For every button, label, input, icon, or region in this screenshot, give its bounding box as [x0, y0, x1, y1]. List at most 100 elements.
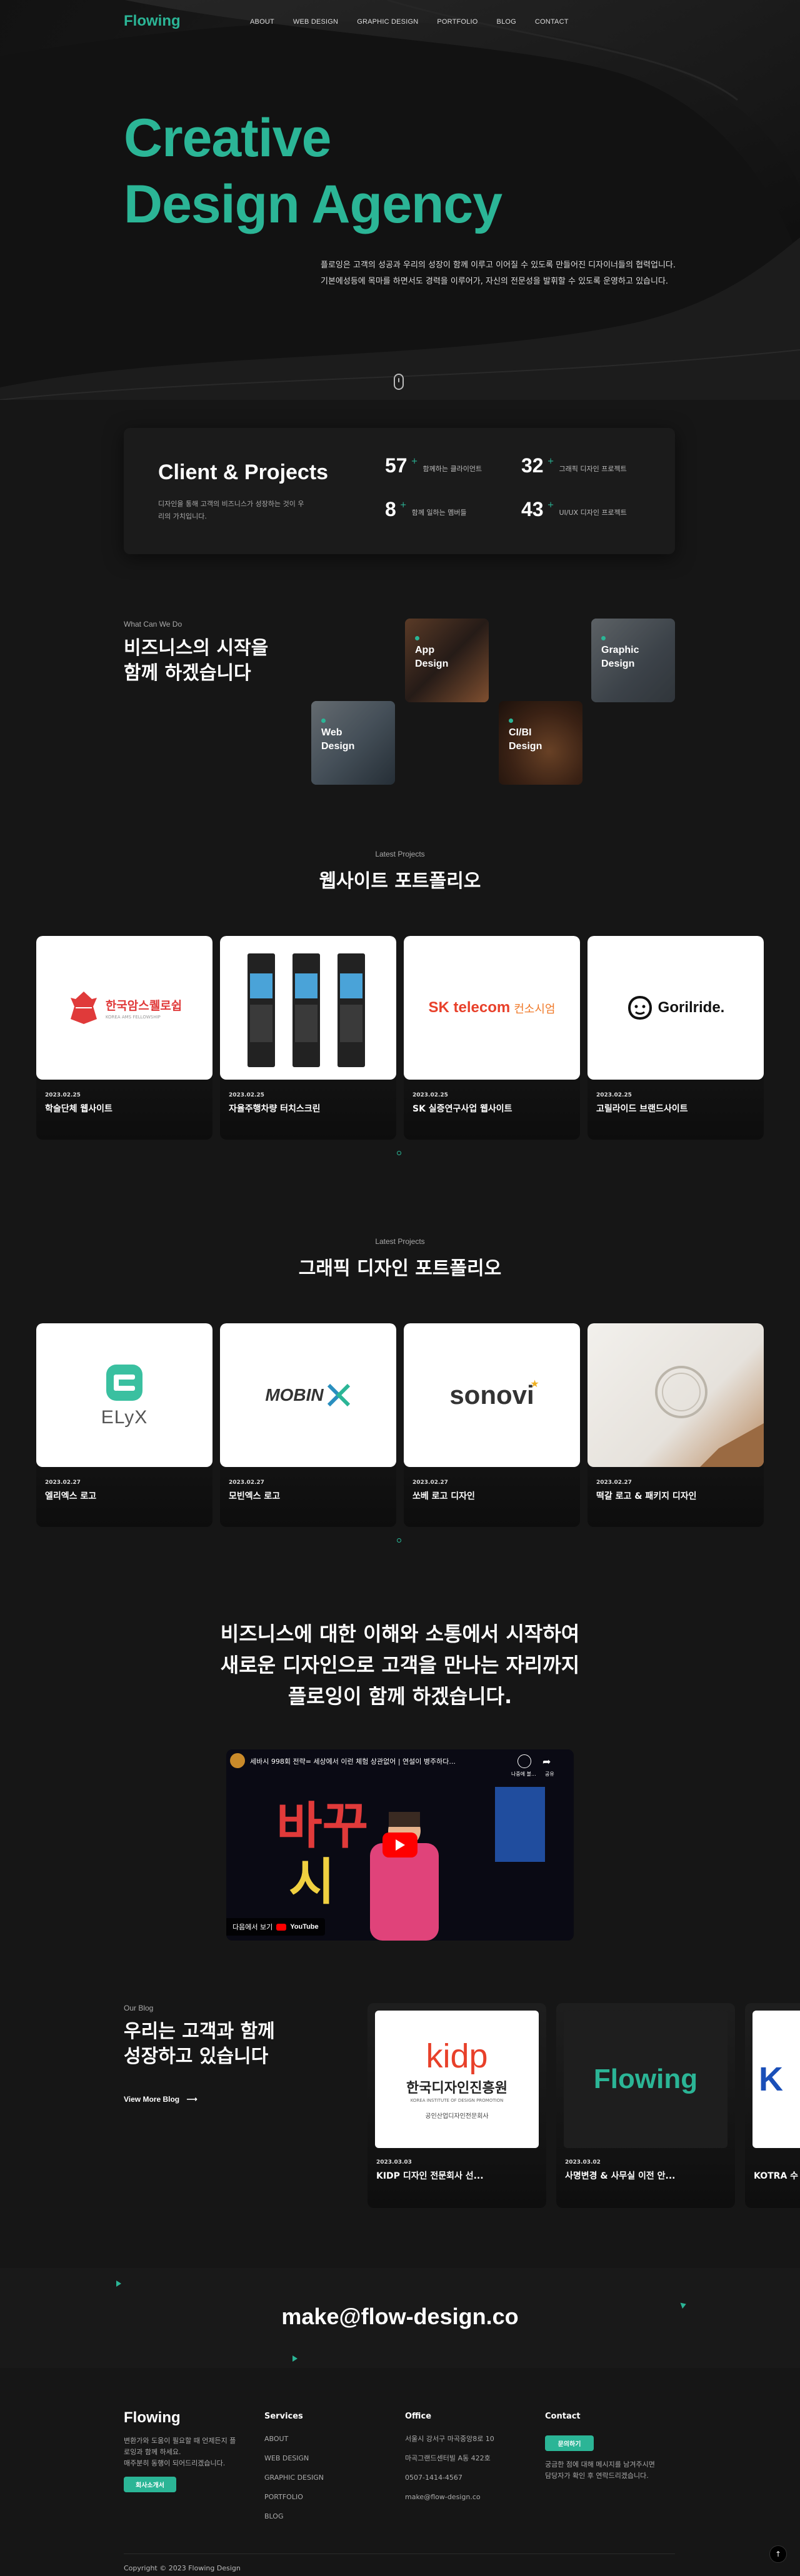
- blog-card-image: K: [752, 2011, 800, 2148]
- graphic-card-2[interactable]: MOBIN 2023.02.27 모빈엑스 로고: [220, 1323, 396, 1527]
- watch-on-label: 다음에서 보기: [232, 1923, 273, 1931]
- site-logo[interactable]: Flowing: [124, 12, 181, 30]
- kiosk-screens-image: [248, 953, 365, 1067]
- tile-label: App Design: [415, 644, 448, 671]
- footer-about-line2: 매주분히 동행이 되어드리겠습니다.: [124, 2459, 226, 2467]
- stats-title: Client & Projects: [158, 460, 329, 484]
- tile-dot: [601, 636, 606, 640]
- stat-members: 8 + 함께 일하는 멤버들: [385, 498, 467, 520]
- gorilla-icon: [628, 995, 652, 1020]
- footer-office-heading: Office: [405, 2412, 432, 2421]
- watch-on-youtube[interactable]: 다음에서 보기 YouTube: [226, 1918, 325, 1936]
- hero-title: Creative Design Agency: [124, 105, 502, 237]
- card-date: 2023.02.27: [412, 1479, 448, 1486]
- blog-card-3[interactable]: K KOTRA 수: [745, 2003, 800, 2208]
- web-card-3[interactable]: SK telecom 컨소시엄 2023.02.25 SK 실증연구사업 웹사이…: [404, 936, 580, 1140]
- tile-label: CI/BI Design: [509, 726, 542, 753]
- graphic-card-1[interactable]: ELyX 2023.02.27 엘리엑스 로고: [36, 1323, 212, 1527]
- arrow-right-icon: ⟶: [186, 2095, 198, 2104]
- card-date: 2023.02.25: [229, 1092, 264, 1098]
- tile-app-design[interactable]: App Design: [405, 619, 489, 702]
- footer-about-text: 변환가와 도움이 필요할 때 언제든지 플로잉과 함께 하세요. 매주분히 동행…: [124, 2435, 236, 2469]
- triangle-decor-icon: [292, 2355, 298, 2362]
- office-address-2: 마곡그랜드센터빌 A동 422호: [405, 2454, 491, 2462]
- footer-link-graphic-design[interactable]: GRAPHIC DESIGN: [264, 2472, 324, 2484]
- footer-link-portfolio[interactable]: PORTFOLIO: [264, 2492, 324, 2503]
- blog-card-1[interactable]: kidp 한국디자인진흥원 KOREA INSTITUTE OF DESIGN …: [368, 2003, 546, 2208]
- triangle-decor-icon: [116, 2280, 121, 2287]
- kidp-org-name: 한국디자인진흥원: [406, 2080, 508, 2096]
- scroll-mouse-icon[interactable]: [394, 374, 404, 390]
- video-title[interactable]: 세바시 998회 전략= 세상에서 이런 체험 상관없어 | 연설이 병주하다.…: [250, 1756, 500, 1766]
- card-name: 고릴라이드 브랜드사이트: [596, 1104, 688, 1114]
- web-card-4[interactable]: Gorilride. 2023.02.25 고릴라이드 브랜드사이트: [588, 936, 764, 1140]
- office-email[interactable]: make@flow-design.co: [405, 2492, 494, 2503]
- contact-email-link[interactable]: make@flow-design.co: [0, 2304, 800, 2330]
- star-icon: ★: [530, 1378, 539, 1390]
- web-portfolio-title: 웹사이트 포트폴리오: [319, 870, 481, 892]
- arrow-up-icon: ↑: [774, 2550, 782, 2559]
- kotra-logo-text: K: [759, 2061, 783, 2098]
- client-projects-card: Client & Projects 디자인을 통해 고객의 비즈니스가 성장하는…: [124, 428, 675, 554]
- blog-title-line2: 성장하고 있습니다: [124, 2046, 269, 2067]
- channel-avatar[interactable]: [230, 1753, 245, 1768]
- card-name: 엘리엑스 로고: [45, 1491, 97, 1501]
- graphic-card-4[interactable]: 2023.02.27 떡갈 로고 & 패키지 디자인: [588, 1323, 764, 1527]
- services-eyebrow: What Can We Do: [124, 620, 182, 629]
- hero-desc-line2: 기본에성등에 목마를 하면서도 경력을 이루어가, 자신의 전문성을 발휘할 수…: [321, 277, 669, 286]
- ams-logo: 한국암스퀠로쉽 KOREA AMS FELLOWSHIP: [67, 989, 182, 1027]
- tile-label-line1: Graphic: [601, 645, 639, 655]
- view-more-label: View More Blog: [124, 2095, 180, 2104]
- web-card-1[interactable]: 한국암스퀠로쉽 KOREA AMS FELLOWSHIP 2023.02.25 …: [36, 936, 212, 1140]
- tile-dot: [321, 719, 326, 723]
- flowing-logo-text: Flowing: [593, 2064, 698, 2094]
- services-title-line2: 함께 하겠습니다: [124, 662, 251, 684]
- card-name: KIDP 디자인 전문회사 선...: [376, 2171, 484, 2181]
- youtube-video-embed[interactable]: 바꾸 시 세바시 998회 전략= 세상에서 이런 체험 상관없어 | 연설이 …: [226, 1749, 574, 1941]
- tile-ci-bi-design[interactable]: CI/BI Design: [499, 701, 582, 785]
- blog-card-2[interactable]: Flowing 2023.03.02 사명변경 & 사무실 이전 안...: [556, 2003, 735, 2208]
- card-name: 떡갈 로고 & 패키지 디자인: [596, 1491, 697, 1501]
- graphic-portfolio-title: 그래픽 디자인 포트폴리오: [298, 1258, 502, 1280]
- tile-label: Web Design: [321, 726, 354, 753]
- sk-logo-text: SK telecom: [428, 999, 511, 1016]
- company-intro-button[interactable]: 회사소개서: [124, 2477, 176, 2492]
- view-more-blog-link[interactable]: View More Blog ⟶: [124, 2095, 198, 2104]
- youtube-label: YouTube: [290, 1923, 319, 1931]
- inquiry-button[interactable]: 문의하기: [545, 2435, 594, 2451]
- card-name: 자율주행차량 터치스크린: [229, 1104, 321, 1114]
- watch-later-icon[interactable]: [518, 1754, 531, 1768]
- play-button[interactable]: [382, 1833, 418, 1857]
- footer-logo[interactable]: Flowing: [124, 2409, 181, 2427]
- nav-about[interactable]: ABOUT: [250, 18, 274, 26]
- graphic-card-3[interactable]: sonovi ★ 2023.02.27 쏘베 로고 디자인: [404, 1323, 580, 1527]
- footer-contact-heading: Contact: [545, 2412, 581, 2421]
- footer-link-about[interactable]: ABOUT: [264, 2434, 324, 2445]
- package-stamp-image: [655, 1366, 764, 1467]
- nav-contact[interactable]: CONTACT: [535, 18, 569, 26]
- tile-web-design[interactable]: Web Design: [311, 701, 395, 785]
- section-divider-icon: [396, 1537, 402, 1544]
- footer-services-list: ABOUT WEB DESIGN GRAPHIC DESIGN PORTFOLI…: [264, 2434, 324, 2522]
- tile-graphic-design[interactable]: Graphic Design: [591, 619, 675, 702]
- footer-link-web-design[interactable]: WEB DESIGN: [264, 2453, 324, 2464]
- share-icon[interactable]: ➦: [542, 1756, 551, 1768]
- nav-web-design[interactable]: WEB DESIGN: [293, 18, 338, 26]
- copyright: Copyright © 2023 Flowing Design: [124, 2564, 241, 2572]
- blog-card-image: kidp 한국디자인진흥원 KOREA INSTITUTE OF DESIGN …: [375, 2011, 539, 2148]
- contact-desc-line1: 궁금한 점에 대해 메시지를 남겨주시면: [545, 2460, 655, 2469]
- scroll-to-top-button[interactable]: ↑: [769, 2545, 787, 2563]
- card-name: 사명변경 & 사무실 이전 안...: [565, 2171, 676, 2181]
- nav-blog[interactable]: BLOG: [497, 18, 516, 26]
- card-date: 2023.02.25: [45, 1092, 81, 1098]
- nav-graphic-design[interactable]: GRAPHIC DESIGN: [357, 18, 418, 26]
- ams-logo-text: 한국암스퀠로쉽: [105, 998, 182, 1013]
- tile-label-line2: Design: [601, 659, 635, 669]
- gorilride-logo-text: Gorilride.: [658, 999, 725, 1016]
- card-date: 2023.02.27: [45, 1479, 81, 1486]
- web-card-2[interactable]: 2023.02.25 자율주행차량 터치스크린: [220, 936, 396, 1140]
- footer-link-blog[interactable]: BLOG: [264, 2511, 324, 2522]
- graphic-card-image: ELyX: [36, 1323, 212, 1467]
- nav-portfolio[interactable]: PORTFOLIO: [437, 18, 478, 26]
- web-portfolio-eyebrow: Latest Projects: [375, 850, 425, 858]
